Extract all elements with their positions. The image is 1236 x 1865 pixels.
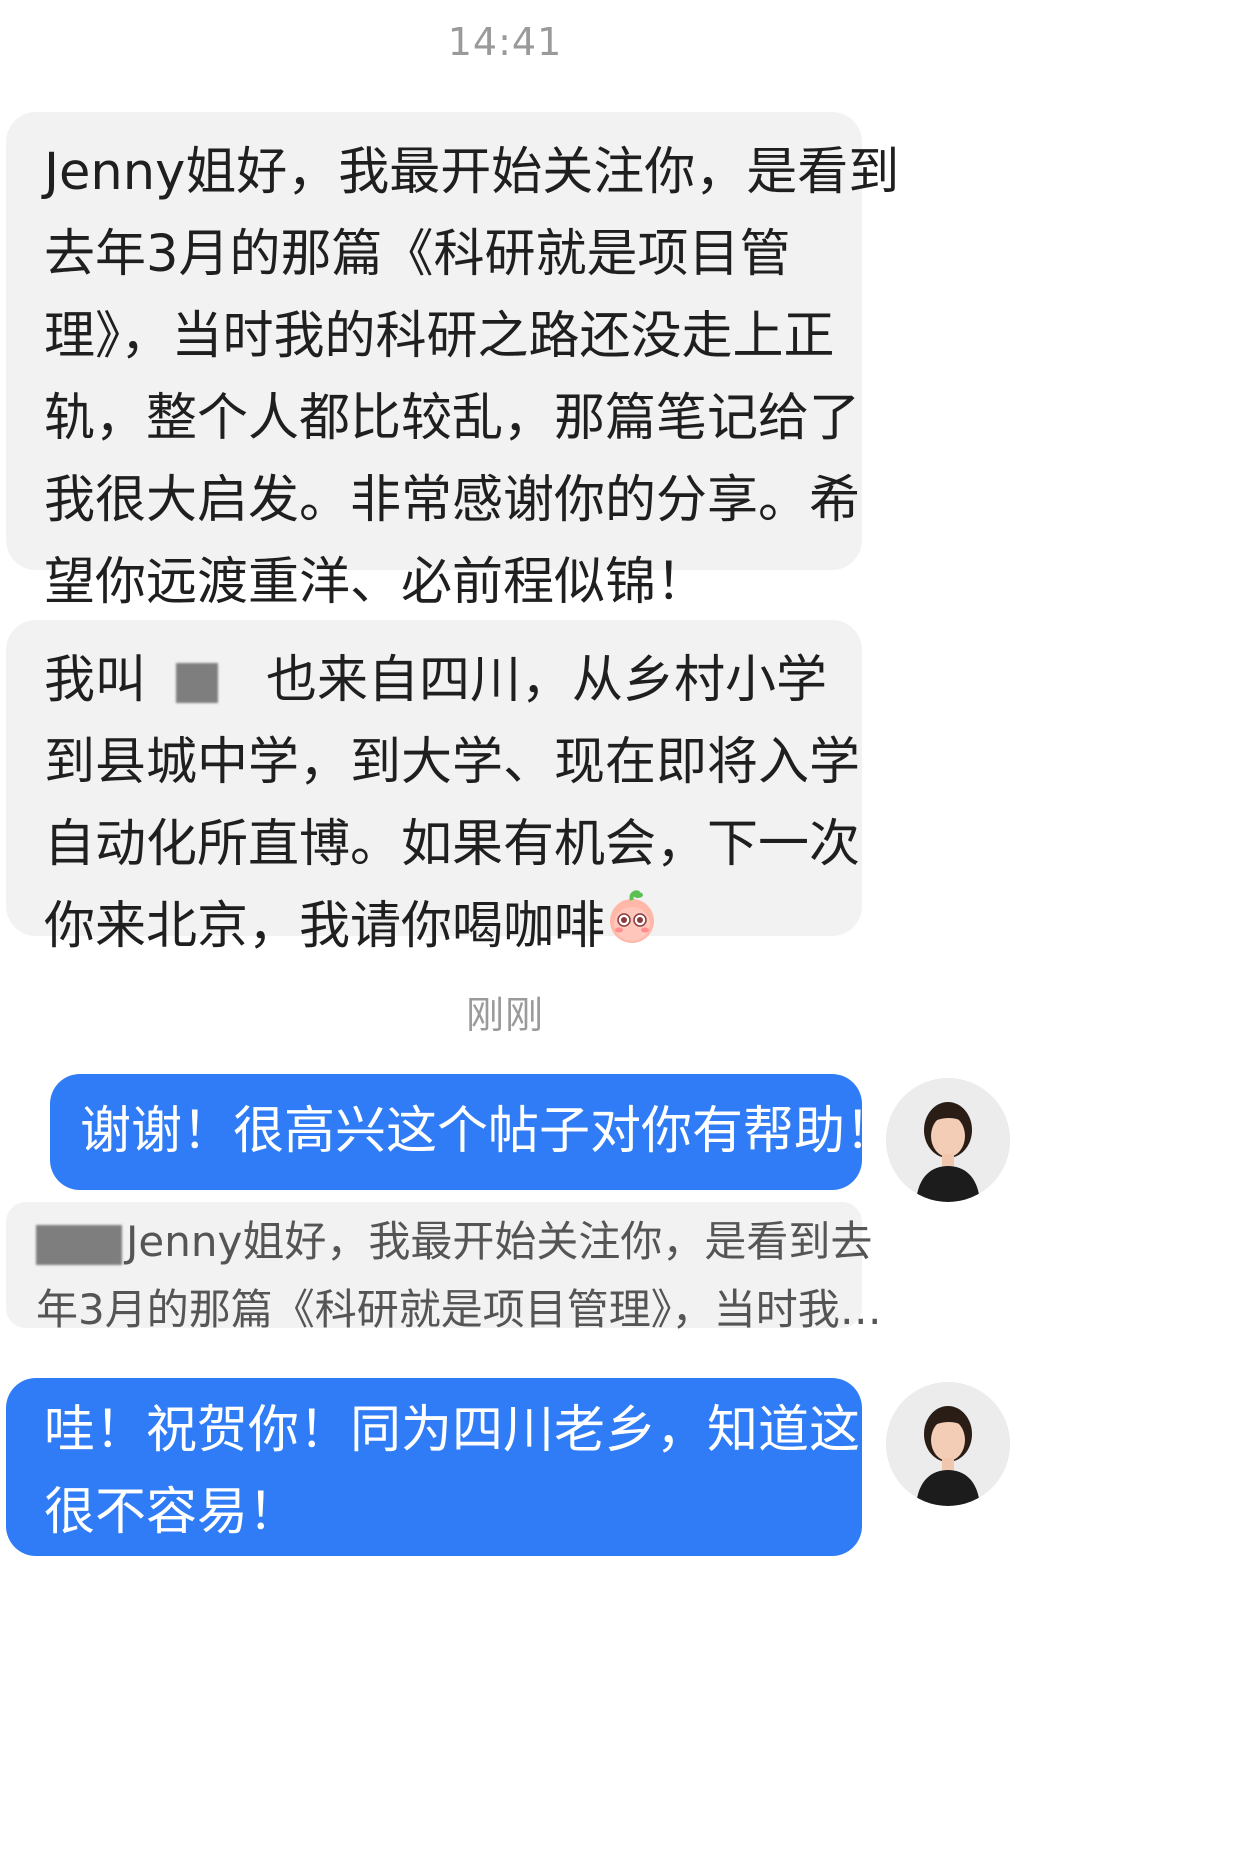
timestamp: 刚刚 — [465, 993, 544, 1037]
avatar[interactable] — [886, 1078, 1010, 1202]
avatar[interactable] — [886, 1382, 1010, 1506]
redacted-name — [176, 663, 219, 703]
incoming-message[interactable]: 我叫 也来自四川，从乡村小学 到县城中学，到大学、现在即将入学 自动化所直博。如果… — [6, 620, 862, 956]
user-avatar-icon — [886, 1078, 1010, 1202]
message-line: 很不容易！ — [44, 1483, 300, 1542]
quote-line: 年3月的那篇《科研就是项目管理》，当时我… — [36, 1285, 882, 1334]
message-line: 自动化所直博。如果有机会，下一次 — [44, 815, 861, 874]
message-text: 我叫 — [44, 651, 147, 710]
quoted-message[interactable]: Jenny姐好，我最开始关注你，是看到去 年3月的那篇《科研就是项目管理》，当时… — [6, 1202, 882, 1334]
message-line: 轨，整个人都比较乱，那篇笔记给了 — [44, 389, 861, 448]
peach-emoji-icon — [605, 888, 659, 971]
outgoing-message[interactable]: 谢谢！很高兴这个帖子对你有帮助！ — [50, 1074, 897, 1190]
incoming-message[interactable]: Jenny姐好，我最开始关注你，是看到 去年3月的那篇《科研就是项目管 理》，当… — [6, 112, 900, 612]
quote-text: Jenny姐好，我最开始关注你，是看到去 — [126, 1217, 873, 1266]
message-line: 理》，当时我的科研之路还没走上正 — [44, 307, 835, 366]
message-line: 你来北京，我请你喝咖啡 — [44, 886, 828, 971]
message-line: 到县城中学，到大学、现在即将入学 — [44, 733, 861, 792]
message-line: 我叫 也来自四川，从乡村小学 — [44, 640, 828, 722]
message-line: 望你远渡重洋、必前程似锦！ — [44, 553, 708, 612]
user-avatar-icon — [886, 1382, 1010, 1506]
message-line: 谢谢！很高兴这个帖子对你有帮助！ — [80, 1102, 897, 1161]
timestamp: 14:41 — [447, 20, 563, 64]
message-line: 去年3月的那篇《科研就是项目管 — [44, 225, 791, 284]
message-line: Jenny姐好，我最开始关注你，是看到 — [44, 143, 900, 202]
quote-line: Jenny姐好，我最开始关注你，是看到去 — [36, 1208, 872, 1276]
redacted-name — [36, 1224, 122, 1265]
message-text: 你来北京，我请你喝咖啡 — [44, 897, 606, 956]
message-line: 哇！祝贺你！同为四川老乡，知道这 — [44, 1401, 861, 1460]
message-line: 我很大启发。非常感谢你的分享。希 — [44, 471, 861, 530]
outgoing-message[interactable]: 哇！祝贺你！同为四川老乡，知道这 很不容易！ — [6, 1378, 862, 1556]
message-text: 也来自四川，从乡村小学 — [266, 651, 828, 710]
